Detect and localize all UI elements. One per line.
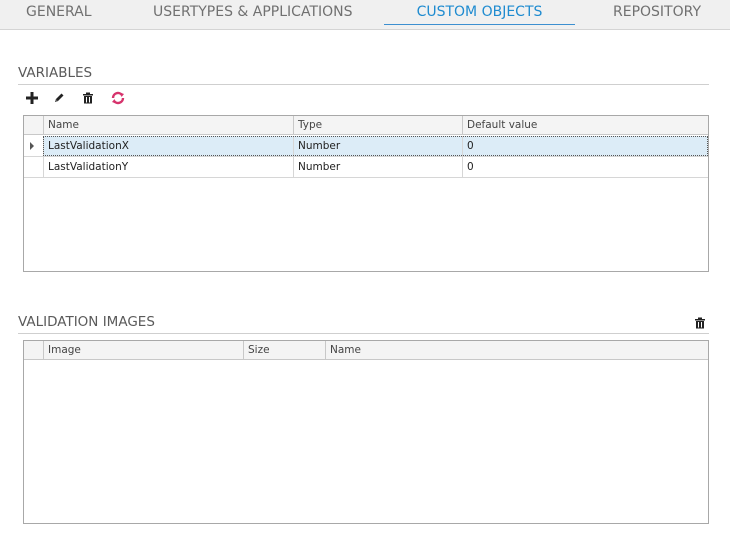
refresh-icon bbox=[111, 91, 125, 105]
add-variable-button[interactable] bbox=[23, 89, 41, 107]
variables-grid-header: Name Type Default value bbox=[24, 116, 708, 135]
delete-image-button[interactable] bbox=[691, 314, 709, 332]
cell-default-value[interactable]: 0 bbox=[462, 157, 708, 177]
validation-images-title: VALIDATION IMAGES bbox=[18, 314, 155, 330]
edit-icon bbox=[55, 93, 64, 102]
column-header-image[interactable]: Image bbox=[43, 341, 243, 360]
delete-icon bbox=[695, 317, 705, 329]
variables-grid: Name Type Default value LastValidationX … bbox=[23, 115, 709, 272]
column-header-name[interactable]: Name bbox=[43, 116, 293, 135]
column-header-default-value[interactable]: Default value bbox=[462, 116, 708, 135]
delete-variable-button[interactable] bbox=[79, 89, 97, 107]
table-row[interactable]: LastValidationY Number 0 bbox=[24, 157, 708, 178]
validation-images-grid: Image Size Name bbox=[23, 340, 709, 524]
cell-name[interactable]: LastValidationY bbox=[43, 157, 293, 177]
row-indicator bbox=[24, 136, 43, 156]
row-indicator bbox=[24, 157, 43, 177]
tab-custom-objects[interactable]: CUSTOM OBJECTS bbox=[384, 3, 575, 25]
cell-type[interactable]: Number bbox=[293, 157, 462, 177]
column-header-size[interactable]: Size bbox=[243, 341, 325, 360]
edit-variable-button[interactable] bbox=[50, 89, 68, 107]
add-icon bbox=[26, 92, 38, 104]
column-header-name[interactable]: Name bbox=[325, 341, 708, 360]
cell-type[interactable]: Number bbox=[293, 136, 462, 156]
tab-general[interactable]: GENERAL bbox=[26, 3, 92, 25]
cell-name[interactable]: LastValidationX bbox=[43, 136, 293, 156]
variables-divider bbox=[18, 84, 709, 85]
validation-images-divider bbox=[18, 333, 709, 334]
variables-title: VARIABLES bbox=[18, 65, 93, 81]
table-row[interactable]: LastValidationX Number 0 bbox=[24, 136, 708, 157]
tab-bar: GENERAL USERTYPES & APPLICATIONS CUSTOM … bbox=[0, 0, 730, 30]
row-pointer-icon bbox=[30, 142, 34, 150]
refresh-variables-button[interactable] bbox=[109, 89, 127, 107]
cell-default-value[interactable]: 0 bbox=[462, 136, 708, 156]
column-header-type[interactable]: Type bbox=[293, 116, 462, 135]
delete-icon bbox=[83, 92, 93, 104]
tab-usertypes-applications[interactable]: USERTYPES & APPLICATIONS bbox=[153, 3, 353, 25]
validation-images-grid-header: Image Size Name bbox=[24, 341, 708, 360]
tab-repository[interactable]: REPOSITORY bbox=[613, 3, 701, 25]
